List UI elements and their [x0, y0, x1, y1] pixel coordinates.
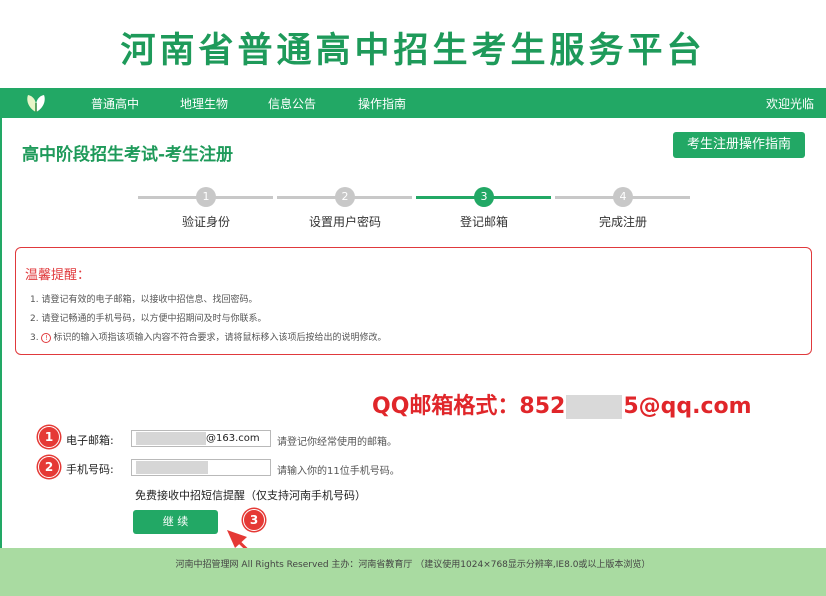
email-label: 电子邮箱:: [66, 434, 114, 447]
qq-prefix: QQ邮箱格式：852: [372, 394, 566, 419]
tip-item: 3. ! 标识的输入项指该项输入内容不符合要求，请将鼠标移入该项后按给出的说明修改…: [30, 330, 386, 343]
qq-suffix: 5@qq.com: [623, 394, 752, 419]
footer-copyright: 河南中招管理网 All Rights Reserved 主办：河南省教育厅 （建…: [175, 560, 651, 570]
email-field[interactable]: @163.com: [131, 430, 271, 447]
phone-hint: 请输入你的11位手机号码。: [277, 466, 400, 477]
tips-box: 温馨提醒： 1. 请登记有效的电子邮箱，以接收中招信息、找回密码。 2. 请登记…: [15, 247, 812, 355]
registration-guide-button[interactable]: 考生注册操作指南: [673, 132, 805, 158]
annotation-badge-1: 1: [38, 426, 60, 448]
nav-item-high-school[interactable]: 普通高中: [91, 95, 139, 112]
annotation-badge-2: 2: [38, 456, 60, 478]
email-field-value: @163.com: [206, 433, 260, 444]
tips-title: 温馨提醒：: [25, 268, 91, 283]
leaf-icon[interactable]: [24, 92, 48, 114]
step-4-marker: 4: [613, 187, 633, 207]
redaction-mask: [136, 431, 206, 445]
warning-icon: !: [41, 332, 52, 343]
phone-label: 手机号码:: [66, 463, 114, 476]
step-3-marker: 3: [474, 187, 494, 207]
site-footer: 河南中招管理网 All Rights Reserved 主办：河南省教育厅 （建…: [0, 548, 826, 596]
page-title: 高中阶段招生考试-考生注册: [22, 145, 234, 165]
main-nav: 普通高中 地理生物 信息公告 操作指南 欢迎光临: [0, 88, 826, 118]
step-3-label: 登记邮箱: [459, 215, 508, 229]
site-header: 河南省普通高中招生考生服务平台: [0, 0, 826, 88]
step-4-label: 完成注册: [598, 215, 647, 229]
step-2-label: 设置用户密码: [308, 215, 381, 229]
tip-item: 2. 请登记畅通的手机号码，以方便中招期间及时与你联系。: [30, 314, 267, 324]
nav-item-geo-bio[interactable]: 地理生物: [180, 95, 228, 112]
tip-number: 3.: [30, 333, 42, 343]
redaction-mask: [566, 395, 623, 419]
step-1-label: 验证身份: [181, 215, 230, 229]
welcome-text: 欢迎光临: [765, 97, 814, 111]
step-2-marker: 2: [335, 187, 355, 207]
step-1-marker: 1: [196, 187, 216, 207]
qq-email-format-note: QQ邮箱格式：852 5@qq.com: [372, 388, 752, 420]
phone-field[interactable]: [131, 459, 271, 476]
sms-reminder-note: 免费接收中招短信提醒（仅支持河南手机号码）: [135, 489, 366, 502]
nav-item-guide[interactable]: 操作指南: [358, 95, 406, 112]
tip-item: 1. 请登记有效的电子邮箱，以接收中招信息、找回密码。: [30, 295, 258, 305]
site-title: 河南省普通高中招生考生服务平台: [120, 31, 706, 71]
registration-steps: 1 2 3 4 验证身份 设置用户密码 登记邮箱 完成注册: [0, 180, 826, 230]
tip-text: 标识的输入项指该项输入内容不符合要求，请将鼠标移入该项后按给出的说明修改。: [53, 333, 387, 343]
redaction-mask: [136, 460, 208, 474]
nav-item-announcements[interactable]: 信息公告: [268, 95, 316, 112]
email-hint: 请登记你经常使用的邮箱。: [277, 437, 397, 448]
